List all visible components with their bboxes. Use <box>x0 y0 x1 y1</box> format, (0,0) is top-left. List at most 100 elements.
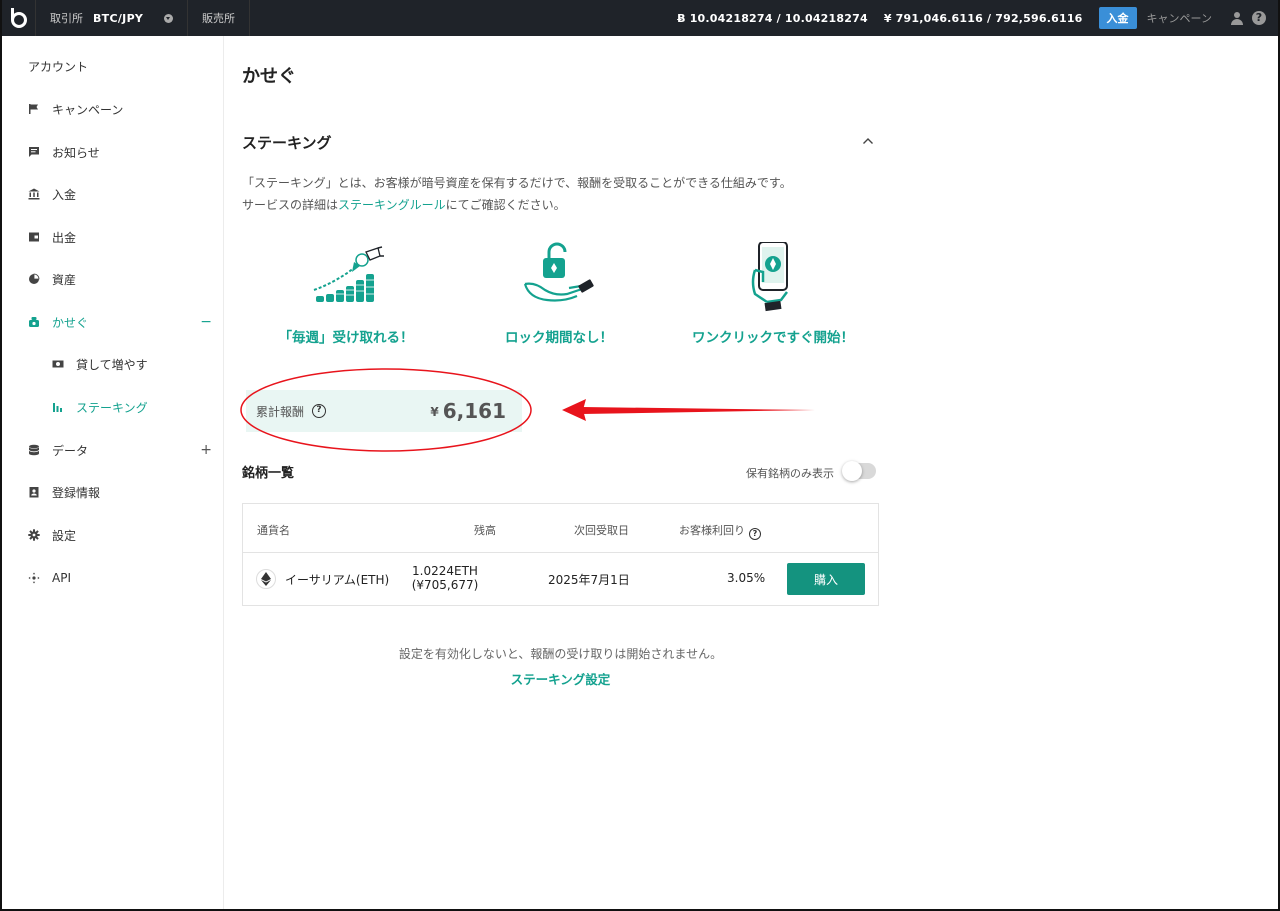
buy-button[interactable]: 購入 <box>787 563 865 595</box>
staking-description: 「ステーキング」とは、お客様が暗号資産を保有するだけで、報酬を受取ることができる… <box>242 172 792 216</box>
jpy-balance-value: 791,046.6116 / 792,596.6116 <box>895 11 1083 25</box>
sidebar-item-data[interactable]: データ + <box>28 440 212 460</box>
logo-icon <box>10 8 27 28</box>
bitbank-logo[interactable] <box>0 0 36 36</box>
jpy-currency: ¥ <box>883 11 892 25</box>
staking-settings-link[interactable]: ステーキング設定 <box>242 669 879 688</box>
coin-balance: 1.0224ETH (¥705,677) <box>393 564 497 592</box>
sidebar-item-settings[interactable]: 設定 <box>28 525 212 545</box>
description-line: 「ステーキング」とは、お客様が暗号資産を保有するだけで、報酬を受取ることができる… <box>242 176 792 190</box>
description-line: サービスの詳細はステーキングルールにてご確認ください。 <box>242 194 792 216</box>
customer-yield: 3.05% <box>727 571 766 585</box>
feature-one-click: ワンクリックですぐ開始！ <box>673 242 873 346</box>
sidebar-item-assets[interactable]: 資産 <box>28 269 212 289</box>
exchange-label: 取引所 <box>50 12 83 25</box>
btc-balance: Ƀ 10.04218274 / 10.04218274 <box>677 12 868 25</box>
feature-label: 「毎週」受け取れる！ <box>278 330 414 346</box>
reward-label: 累計報酬 <box>256 404 305 419</box>
sidebar-item-label: かせぐ <box>52 315 89 330</box>
flag-icon <box>28 103 40 115</box>
sidebar-item-label: データ <box>52 443 89 458</box>
holdings-only-toggle[interactable] <box>842 461 876 481</box>
exchange-pair-selector[interactable]: 取引所 BTC/JPY <box>36 0 188 36</box>
coin-name: イーサリアム(ETH) <box>285 573 390 587</box>
user-icon[interactable] <box>1230 11 1244 25</box>
btc-currency: Ƀ <box>677 11 686 25</box>
campaign-link[interactable]: キャンペーン <box>1147 10 1212 26</box>
id-card-icon <box>28 486 40 498</box>
phone-tap-icon <box>751 242 788 312</box>
header-coin: 通貨名 <box>257 524 290 537</box>
reward-value: 6,161 <box>442 399 506 423</box>
table-header: 通貨名 残高 次回受取日 お客様利回り? <box>243 504 878 553</box>
sidebar-item-label: お知らせ <box>52 145 100 160</box>
reward-amount: ¥6,161 <box>430 399 506 423</box>
sidebar-item-label: 貸して増やす <box>76 357 148 372</box>
question-icon[interactable]: ? <box>312 404 327 418</box>
coin-list-title: 銘柄一覧 <box>242 466 295 481</box>
staking-icon <box>52 401 64 413</box>
sidebar-item-withdraw[interactable]: 出金 <box>28 227 212 247</box>
sidebar-item-label: API <box>52 571 71 585</box>
header-balance: 残高 <box>474 524 496 537</box>
cumulative-reward-box: 累計報酬 ? ¥6,161 <box>246 390 522 432</box>
sidebar: アカウント キャンペーン お知らせ 入金 出金 資産 かせぐ − 貸して増やす … <box>0 36 224 911</box>
lending-icon <box>52 358 64 370</box>
sidebar-item-campaign[interactable]: キャンペーン <box>28 99 212 119</box>
feature-no-lock: ロック期間なし！ <box>459 242 659 346</box>
database-icon <box>28 444 40 456</box>
wallet-icon <box>28 231 40 243</box>
staking-rules-link[interactable]: ステーキングルール <box>338 198 446 212</box>
sidebar-item-news[interactable]: お知らせ <box>28 142 212 162</box>
next-receive-date: 2025年7月1日 <box>548 573 630 587</box>
chevron-down-icon <box>164 13 173 23</box>
help-icon[interactable]: ? <box>1252 11 1266 25</box>
ethereum-icon <box>256 569 276 589</box>
sidebar-item-label: 資産 <box>52 272 77 287</box>
sidebar-item-lending[interactable]: 貸して増やす <box>52 354 212 374</box>
jpy-balance: ¥791,046.6116 / 792,596.6116 <box>884 12 1083 25</box>
sidebar-item-deposit[interactable]: 入金 <box>28 184 212 204</box>
feature-weekly: 「毎週」受け取れる！ <box>246 242 446 346</box>
sidebar-item-profile[interactable]: 登録情報 <box>28 482 212 502</box>
balance-jpy: (¥705,677) <box>411 578 479 592</box>
btc-balance-value: 10.04218274 / 10.04218274 <box>689 11 868 25</box>
question-icon[interactable]: ? <box>749 528 761 540</box>
section-title: ステーキング <box>242 134 332 152</box>
expand-icon[interactable]: + <box>200 442 212 458</box>
pie-chart-icon <box>28 273 40 285</box>
toggle-knob <box>842 461 862 481</box>
sidebar-item-api[interactable]: API <box>28 568 212 588</box>
bank-icon <box>28 188 40 200</box>
top-bar: 取引所 BTC/JPY 販売所 Ƀ 10.04218274 / 10.042182… <box>0 0 1280 36</box>
sidebar-item-label: ステーキング <box>76 400 148 415</box>
sidebar-item-staking[interactable]: ステーキング <box>52 397 212 417</box>
collapse-icon[interactable]: − <box>200 314 212 330</box>
feature-label: ワンクリックですぐ開始！ <box>692 330 854 346</box>
coins-growth-icon <box>313 246 384 302</box>
annotation-arrow <box>562 399 815 421</box>
chevron-up-icon[interactable] <box>862 136 874 146</box>
api-icon <box>28 572 40 584</box>
page-title: かせぐ <box>242 66 296 87</box>
message-icon <box>28 146 40 158</box>
deposit-button[interactable]: 入金 <box>1098 7 1137 29</box>
sidebar-item-label: 出金 <box>52 230 77 245</box>
header-rate: お客様利回り? <box>679 522 761 540</box>
header-next-date: 次回受取日 <box>574 524 629 537</box>
earn-icon <box>28 316 40 328</box>
unlock-hand-icon <box>523 242 594 302</box>
sidebar-title: アカウント <box>28 60 89 74</box>
sidebar-item-label: 登録情報 <box>52 485 101 500</box>
yen-sign: ¥ <box>430 405 439 419</box>
sidebar-item-label: 入金 <box>52 187 77 202</box>
feature-label: ロック期間なし！ <box>505 330 613 346</box>
description-prefix: サービスの詳細は <box>242 198 339 212</box>
sales-link[interactable]: 販売所 <box>188 0 250 36</box>
coin-table: 通貨名 残高 次回受取日 お客様利回り? イーサリアム(ETH) 1.0224E… <box>242 503 879 606</box>
balance-amount: 1.0224ETH <box>412 564 478 578</box>
gear-icon <box>28 529 40 541</box>
sidebar-item-label: 設定 <box>52 528 77 543</box>
sidebar-item-earn[interactable]: かせぐ − <box>28 312 212 332</box>
description-suffix: にてご確認ください。 <box>445 198 566 212</box>
